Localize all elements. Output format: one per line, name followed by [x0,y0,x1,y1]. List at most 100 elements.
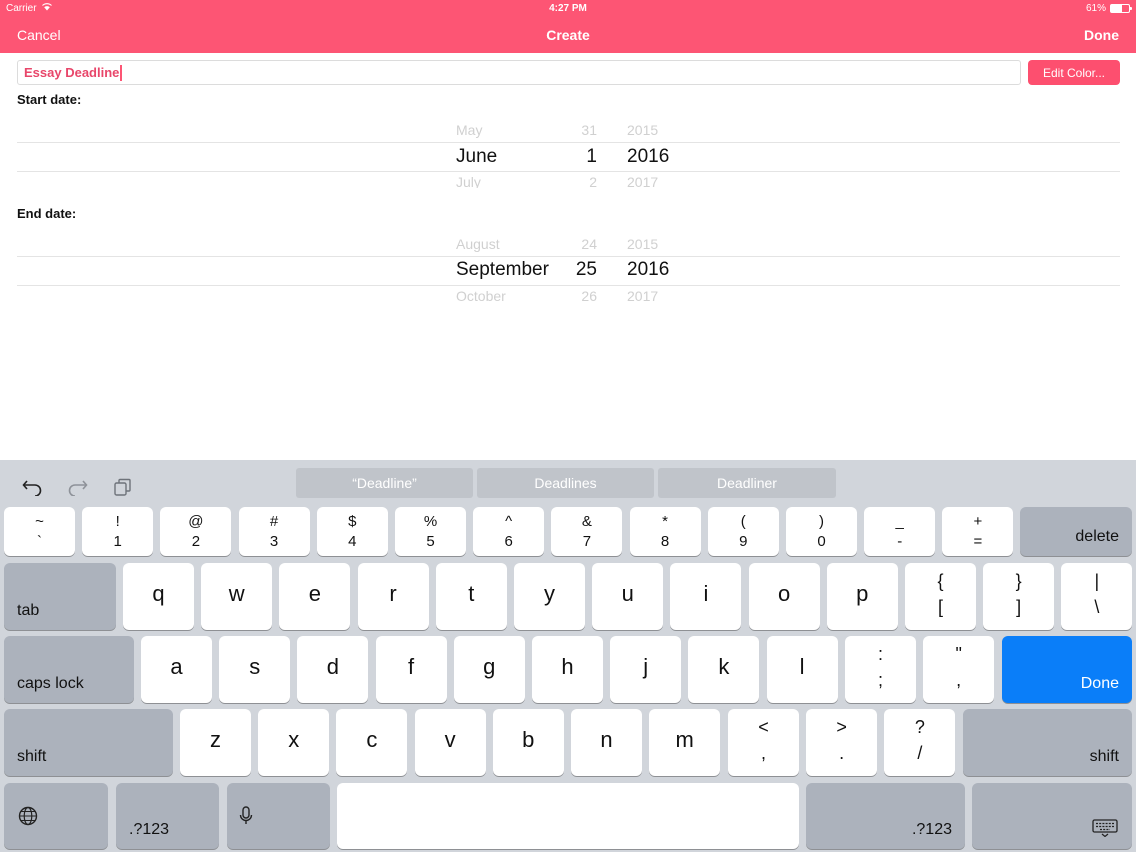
key-base-symbol: 4 [348,533,357,550]
delete-key[interactable]: delete [1020,507,1132,556]
key-o[interactable]: o [748,563,820,630]
key-label: h [561,654,574,679]
key-question[interactable]: ? / [884,709,956,776]
key-k[interactable]: k [688,636,760,703]
key-2[interactable]: @2 [160,507,232,556]
key-label: z [210,727,221,752]
globe-key[interactable] [4,783,108,849]
numbers-key-left[interactable]: .?123 [116,783,219,849]
event-name-field[interactable]: Essay Deadline [17,60,1021,85]
key-n[interactable]: n [571,709,642,776]
picker-month: September [456,259,549,280]
key-m[interactable]: m [649,709,721,776]
tab-key[interactable]: tab [4,563,116,630]
key-3[interactable]: #3 [238,507,310,556]
done-button[interactable]: Done [1084,27,1119,43]
shift-right-key[interactable]: shift [963,709,1132,776]
key-b[interactable]: b [492,709,564,776]
key--[interactable]: _ - [864,507,936,556]
suggestion-2[interactable]: Deadlines [477,468,654,498]
picker-day: 2 [589,174,597,188]
key-p[interactable]: p [826,563,898,630]
paste-icon[interactable] [111,476,133,498]
key-s[interactable]: s [219,636,291,703]
key-shift-symbol: & [581,513,592,530]
key-greater[interactable]: >. [806,709,878,776]
key-z[interactable]: z [180,709,251,776]
key-q[interactable]: q [123,563,194,630]
key-w[interactable]: w [201,563,273,630]
picker-month: July [456,174,481,188]
space-bar[interactable] [337,783,799,849]
key-t[interactable]: t [435,563,507,630]
key-base-symbol: , [760,743,766,763]
key-`[interactable]: ~ ` [4,507,75,556]
picker-row-selected[interactable]: June 1 2016 [17,146,1120,170]
key-9[interactable]: (9 [707,507,779,556]
key-i[interactable]: i [670,563,742,630]
start-date-picker[interactable]: May 31 2015 June 1 2016 July 2 2017 [17,118,1120,188]
key-label: s [249,654,261,679]
cancel-button[interactable]: Cancel [17,27,61,43]
page-title: Create [546,27,590,43]
key-6[interactable]: ^ 6 [473,507,545,556]
key-][interactable]: }] [983,563,1055,630]
key-8[interactable]: * 8 [629,507,701,556]
suggestion-1[interactable]: “Deadline” [296,468,473,498]
key-5[interactable]: % 5 [395,507,466,556]
picker-row-above[interactable]: August 24 2015 [17,236,1120,260]
key-label: o [777,581,791,606]
key-g[interactable]: g [453,636,525,703]
key-v[interactable]: v [414,709,486,776]
key-[[interactable]: {[ [905,563,976,630]
key-j[interactable]: j [610,636,682,703]
key-1[interactable]: ! 1 [82,507,154,556]
edit-color-button[interactable]: Edit Color... [1028,60,1120,85]
picker-row-above[interactable]: May 31 2015 [17,122,1120,146]
key-=[interactable]: + = [942,507,1014,556]
shift-left-key[interactable]: shift [4,709,173,776]
battery-icon [1110,4,1132,13]
key-base-symbol: [ [937,597,943,617]
key-y[interactable]: y [514,563,585,630]
key-quote[interactable]: ", [923,636,995,703]
end-date-picker[interactable]: August 24 2015 September 25 2016 October… [17,232,1120,302]
key-base-symbol: 9 [739,533,748,550]
key-shift-symbol: : [877,644,883,664]
key-l[interactable]: l [766,636,838,703]
key-semicolon[interactable]: :; [845,636,916,703]
key-label: n [600,727,613,752]
key-shift-symbol: _ [895,513,904,530]
key-u[interactable]: u [592,563,664,630]
key-4[interactable]: $4 [316,507,388,556]
caps-lock-key[interactable]: caps lock [4,636,134,703]
key-h[interactable]: h [532,636,603,703]
picker-row-selected[interactable]: September 25 2016 [17,259,1120,283]
key-label: y [544,581,555,606]
key-e[interactable]: e [279,563,351,630]
key-base-symbol: , [956,670,962,690]
keyboard-dismiss-key[interactable] [972,783,1132,849]
key-base-symbol: \ [1094,597,1100,617]
key-less[interactable]: <, [728,709,799,776]
picker-row-below[interactable]: July 2 2017 [17,174,1120,188]
key-0[interactable]: ) 0 [786,507,857,556]
dictation-key[interactable] [227,783,330,849]
suggestion-3[interactable]: Deadliner [658,468,836,498]
key-d[interactable]: d [297,636,369,703]
redo-icon[interactable] [66,476,88,498]
key-x[interactable]: x [258,709,330,776]
key-c[interactable]: c [336,709,408,776]
keyboard-done-key[interactable]: Done [1002,636,1132,703]
key-r[interactable]: r [357,563,429,630]
key-7[interactable]: & 7 [551,507,623,556]
picker-row-below[interactable]: October 26 2017 [17,288,1120,302]
undo-icon[interactable] [22,476,44,498]
key-f[interactable]: f [375,636,447,703]
key-\[interactable]: | \ [1061,563,1133,630]
numbers-key-right[interactable]: .?123 [806,783,965,849]
key-a[interactable]: a [141,636,212,703]
globe-icon [4,783,108,849]
picker-year: 2017 [627,174,659,188]
picker-year: 2016 [627,259,670,280]
